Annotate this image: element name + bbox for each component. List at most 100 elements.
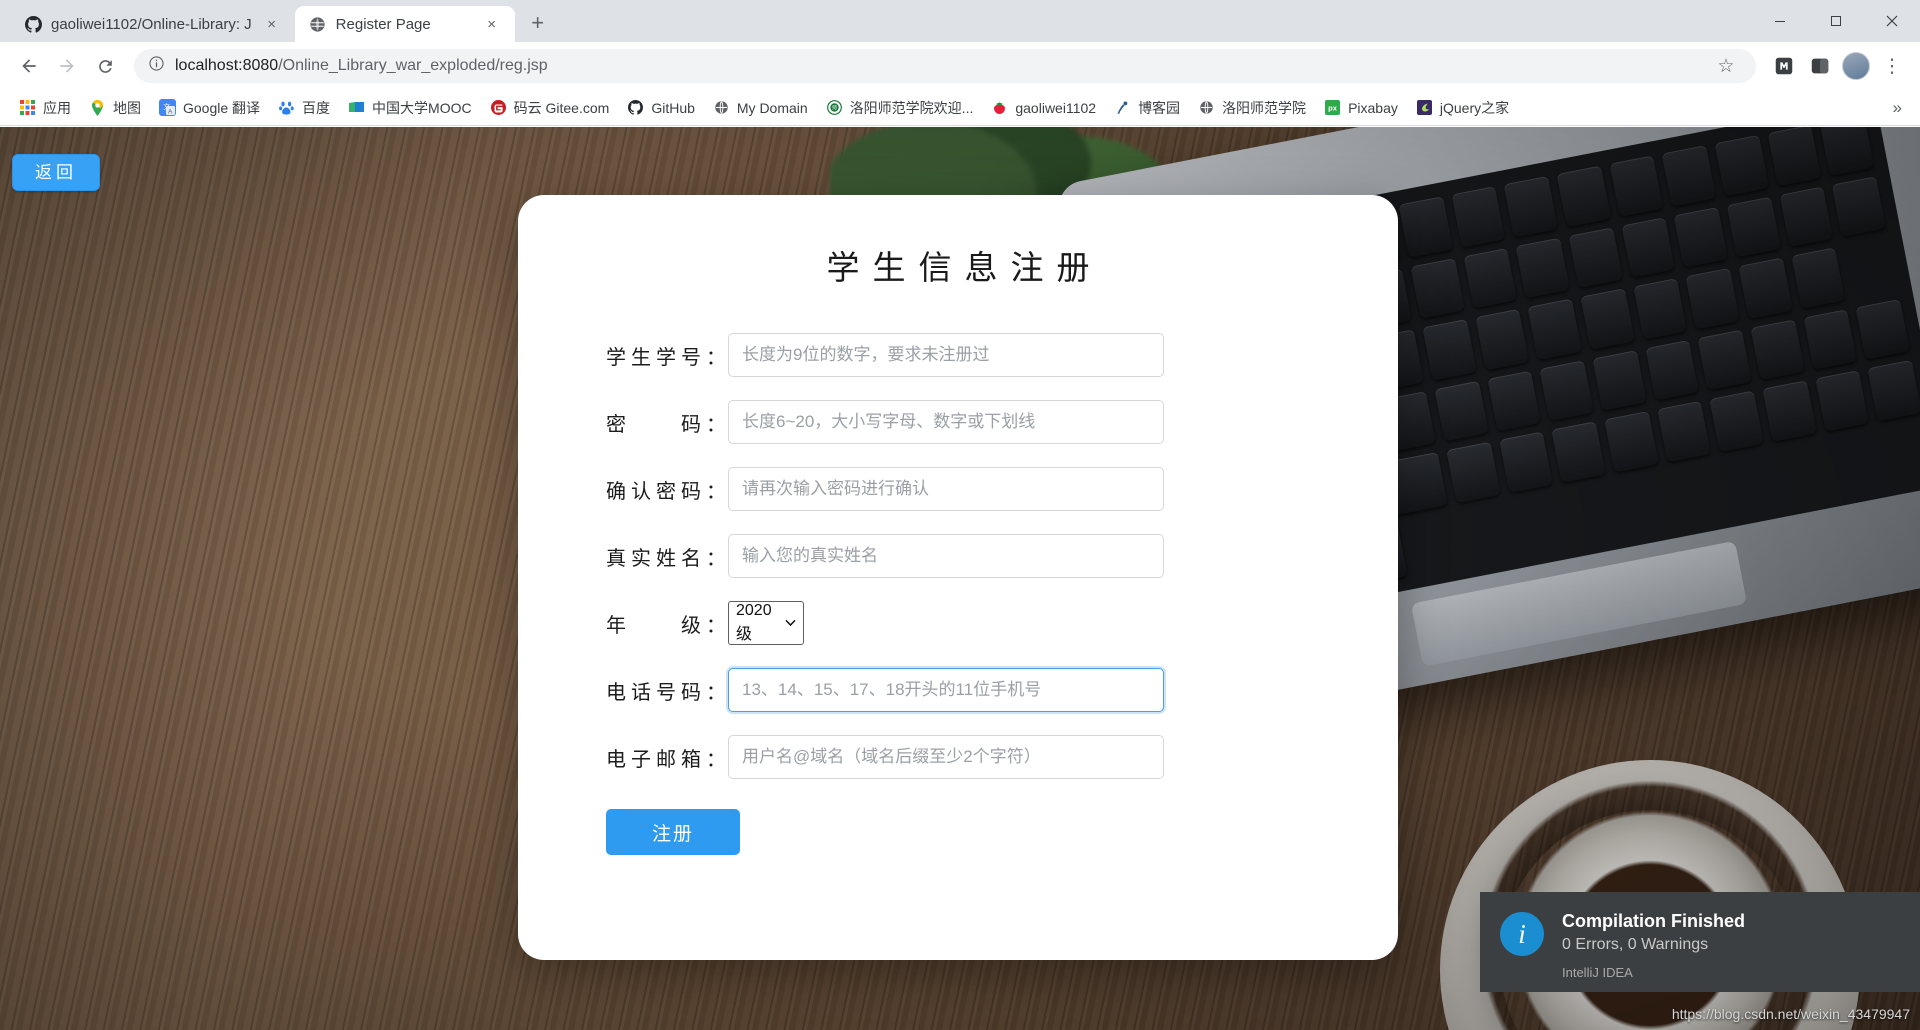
globe-icon (713, 99, 730, 116)
student-id-input[interactable]: 长度为9位的数字，要求未注册过 (728, 333, 1164, 377)
bookmarks-bar: 应用 地图 文A Google 翻译 百度 中国大学MOOC (0, 90, 1920, 126)
grade-select[interactable]: 2020级 (728, 601, 804, 645)
site-info-icon[interactable] (148, 55, 165, 77)
notification-title: Compilation Finished (1562, 909, 1745, 933)
close-icon[interactable]: × (481, 13, 503, 35)
extension-icon-2[interactable] (1804, 50, 1836, 82)
bookmark-label: GitHub (651, 100, 695, 116)
notification-subtitle: 0 Errors, 0 Warnings (1562, 934, 1745, 956)
confirm-password-input[interactable]: 请再次输入密码进行确认 (728, 467, 1164, 511)
bookmark-label: Pixabay (1348, 100, 1398, 116)
register-submit-button[interactable]: 注册 (606, 809, 740, 855)
browser-tab-github[interactable]: gaoliwei1102/Online-Library: J × (10, 6, 295, 42)
phone-input[interactable]: 13、14、15、17、18开头的11位手机号 (728, 668, 1164, 712)
url-path: /Online_Library_war_exploded/reg.jsp (278, 57, 548, 74)
url-host: localhost:8080 (175, 57, 278, 74)
url-text: localhost:8080/Online_Library_war_explod… (175, 57, 548, 75)
svg-text:师: 师 (832, 105, 837, 112)
label-email: 电子邮箱： (606, 743, 728, 772)
extension-icon-1[interactable] (1768, 50, 1800, 82)
back-button[interactable]: 返回 (12, 154, 100, 191)
bookmark-maps[interactable]: 地图 (80, 93, 150, 123)
email-input[interactable]: 用户名@域名（域名后缀至少2个字符） (728, 735, 1164, 779)
bookmark-github[interactable]: GitHub (618, 94, 704, 121)
page-viewport: 返回 学生信息注册 学生学号： 长度为9位的数字，要求未注册过 密 码： 长度6… (0, 127, 1920, 1030)
grade-selected-value: 2020级 (736, 602, 780, 644)
omnibox-actions: ☆ (1710, 50, 1742, 82)
profile-avatar[interactable] (1840, 50, 1872, 82)
browser-menu-icon[interactable]: ⋮ (1876, 50, 1908, 82)
form-row-confirm-password: 确认密码： 请再次输入密码进行确认 (518, 467, 1398, 511)
maximize-icon[interactable] (1808, 0, 1864, 42)
label-password: 密 码： (606, 408, 728, 437)
bookmark-label: gaoliwei1102 (1015, 100, 1096, 116)
browser-tab-register-page[interactable]: Register Page × (295, 6, 515, 42)
forward-navigation-icon[interactable] (50, 49, 84, 83)
real-name-input[interactable]: 输入您的真实姓名 (728, 534, 1164, 578)
bookmark-baidu[interactable]: 百度 (269, 93, 339, 123)
bookmark-label: 博客园 (1138, 98, 1180, 118)
mooc-icon (348, 99, 365, 116)
tab-title: gaoliwei1102/Online-Library: J (51, 16, 252, 33)
label-real-name: 真实姓名： (606, 542, 728, 571)
github-icon (627, 99, 644, 116)
bookmark-star-icon[interactable]: ☆ (1710, 50, 1742, 82)
pixabay-icon: px (1324, 99, 1341, 116)
password-input[interactable]: 长度6~20，大小写字母、数字或下划线 (728, 400, 1164, 444)
watermark-text: https://blog.csdn.net/weixin_43479947 (1672, 1006, 1910, 1022)
bookmark-lynu[interactable]: 洛阳师范学院 (1189, 93, 1315, 123)
label-student-id: 学生学号： (606, 341, 728, 370)
ide-notification[interactable]: i Compilation Finished 0 Errors, 0 Warni… (1480, 892, 1920, 992)
register-form: 学生学号： 长度为9位的数字，要求未注册过 密 码： 长度6~20，大小写字母、… (518, 333, 1398, 855)
bookmark-label: My Domain (737, 100, 808, 116)
tab-title: Register Page (336, 16, 472, 33)
back-navigation-icon[interactable] (12, 49, 46, 83)
form-row-real-name: 真实姓名： 输入您的真实姓名 (518, 534, 1398, 578)
info-icon: i (1500, 912, 1544, 956)
bookmark-lynu-welcome[interactable]: 师 洛阳师范学院欢迎... (817, 93, 983, 123)
svg-text:A: A (168, 108, 173, 115)
bookmark-apps[interactable]: 应用 (10, 93, 80, 123)
globe-icon (1198, 99, 1215, 116)
bookmark-label: 地图 (113, 98, 141, 118)
apps-grid-icon (19, 99, 36, 116)
bookmark-jquery-home[interactable]: jQuery之家 (1407, 93, 1518, 123)
form-row-grade: 年 级： 2020级 (518, 601, 1398, 645)
notification-text: Compilation Finished 0 Errors, 0 Warning… (1562, 909, 1745, 975)
close-window-icon[interactable] (1864, 0, 1920, 42)
bookmark-label: 码云 Gitee.com (514, 98, 610, 118)
bookmark-cnblogs[interactable]: 博客园 (1105, 93, 1189, 123)
bookmark-label: 百度 (302, 98, 330, 118)
register-card: 学生信息注册 学生学号： 长度为9位的数字，要求未注册过 密 码： 长度6~20… (518, 195, 1398, 960)
close-icon[interactable]: × (261, 13, 283, 35)
browser-window: gaoliwei1102/Online-Library: J × Registe… (0, 0, 1920, 1030)
reload-icon[interactable] (88, 49, 122, 83)
label-phone: 电话号码： (606, 676, 728, 705)
cnblogs-icon (1114, 99, 1131, 116)
maps-pin-icon (89, 99, 106, 116)
form-row-password: 密 码： 长度6~20，大小写字母、数字或下划线 (518, 400, 1398, 444)
bookmark-gaoliwei1102[interactable]: gaoliwei1102 (982, 94, 1105, 121)
bookmarks-overflow-icon[interactable]: » (1887, 94, 1908, 122)
form-row-phone: 电话号码： 13、14、15、17、18开头的11位手机号 (518, 668, 1398, 712)
label-grade: 年 级： (606, 609, 728, 638)
avatar (1842, 52, 1870, 80)
university-icon: 师 (826, 99, 843, 116)
bookmark-gitee[interactable]: 码云 Gitee.com (481, 93, 619, 123)
address-bar[interactable]: localhost:8080/Online_Library_war_explod… (134, 49, 1756, 83)
bookmark-mooc[interactable]: 中国大学MOOC (339, 93, 481, 123)
notification-source: IntelliJ IDEA (1562, 965, 1745, 980)
window-controls (1752, 0, 1920, 42)
bookmark-label: 中国大学MOOC (372, 98, 472, 118)
jquery-icon (1416, 99, 1433, 116)
baidu-paw-icon (278, 99, 295, 116)
bookmark-pixabay[interactable]: px Pixabay (1315, 94, 1407, 121)
minimize-icon[interactable] (1752, 0, 1808, 42)
new-tab-button[interactable]: + (521, 6, 555, 40)
bookmark-label: 洛阳师范学院欢迎... (850, 98, 974, 118)
bookmark-label: Google 翻译 (183, 98, 260, 118)
globe-icon (309, 15, 327, 33)
submit-row: 注册 (518, 809, 1398, 855)
bookmark-google-translate[interactable]: 文A Google 翻译 (150, 93, 269, 123)
bookmark-my-domain[interactable]: My Domain (704, 94, 817, 121)
